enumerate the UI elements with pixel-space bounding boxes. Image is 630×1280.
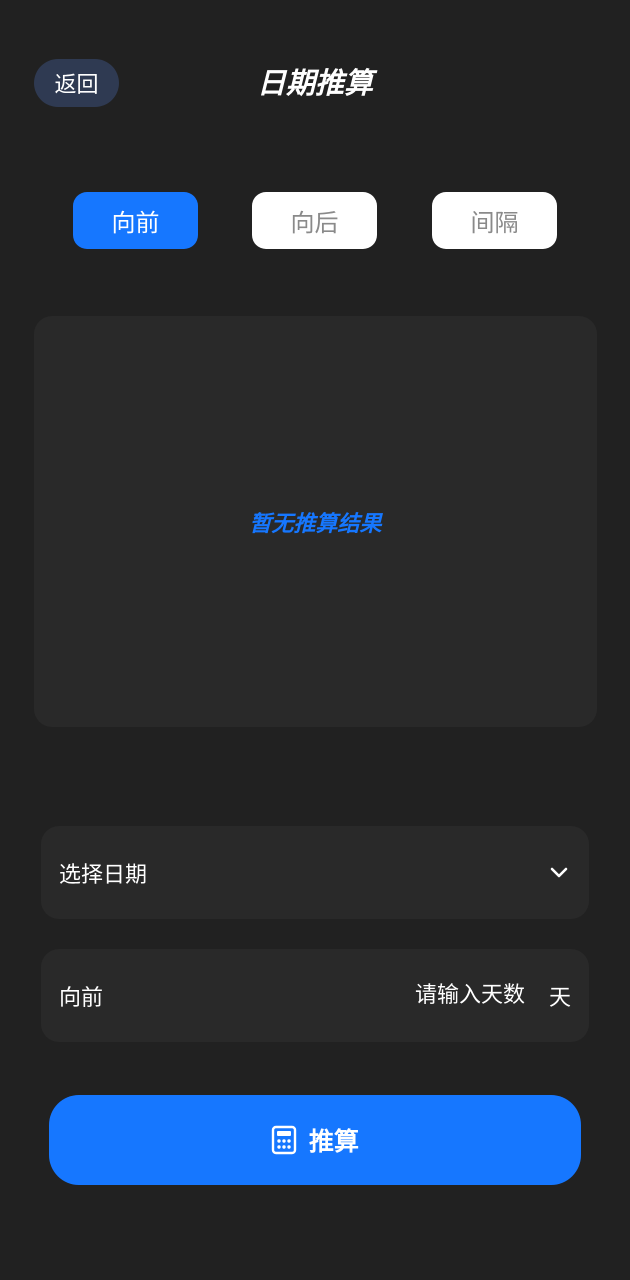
result-card: 暂无推算结果 bbox=[34, 316, 597, 727]
days-row: 向前 天 bbox=[41, 949, 589, 1042]
date-select-label: 选择日期 bbox=[59, 862, 148, 888]
tab-backward[interactable]: 向后 bbox=[252, 192, 377, 249]
days-unit-label: 天 bbox=[548, 985, 571, 1011]
tab-interval[interactable]: 间隔 bbox=[432, 192, 557, 249]
direction-label: 向前 bbox=[59, 985, 104, 1011]
page-title: 日期推算 bbox=[256, 66, 373, 100]
empty-result-text: 暂无推算结果 bbox=[249, 511, 382, 537]
days-input[interactable] bbox=[324, 983, 525, 1008]
calculate-button-label: 推算 bbox=[308, 1127, 359, 1156]
chevron-down-icon[interactable] bbox=[547, 861, 571, 885]
tab-forward[interactable]: 向前 bbox=[73, 192, 198, 249]
calculate-button[interactable]: 推算 bbox=[49, 1095, 581, 1185]
date-select[interactable]: 选择日期 bbox=[41, 826, 589, 919]
calculator-icon bbox=[271, 1125, 297, 1155]
